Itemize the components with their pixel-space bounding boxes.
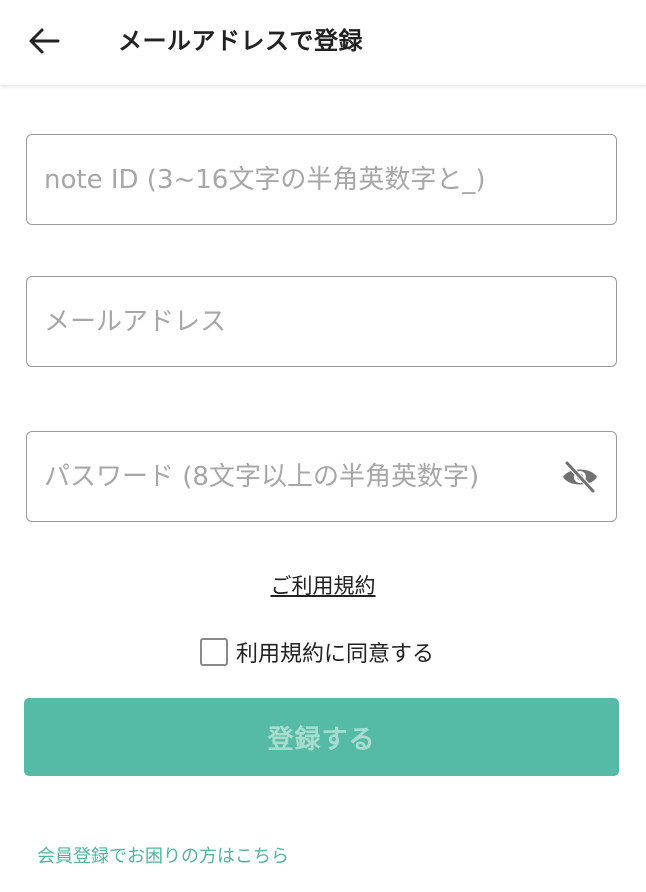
- toggle-password-visibility-button[interactable]: [560, 458, 600, 496]
- agree-terms-checkbox[interactable]: [200, 638, 228, 666]
- agree-terms-row[interactable]: 利用規約に同意する: [200, 636, 434, 668]
- page-title: メールアドレスで登録: [118, 27, 363, 55]
- password-input[interactable]: [44, 432, 544, 521]
- note-id-input[interactable]: [44, 135, 604, 224]
- terms-link-row: ご利用規約: [0, 570, 646, 600]
- back-button[interactable]: [22, 22, 66, 60]
- password-field[interactable]: [26, 431, 617, 522]
- terms-of-service-link[interactable]: ご利用規約: [271, 574, 376, 598]
- email-input[interactable]: [44, 277, 604, 366]
- register-button-label: 登録する: [267, 724, 376, 755]
- email-field[interactable]: [26, 276, 617, 367]
- note-id-field[interactable]: [26, 134, 617, 225]
- arrow-left-icon: [29, 28, 60, 54]
- register-button[interactable]: 登録する: [24, 698, 619, 776]
- registration-help-link[interactable]: 会員登録でお困りの方はこちら: [37, 842, 289, 868]
- eye-off-icon: [563, 460, 597, 494]
- agree-terms-label[interactable]: 利用規約に同意する: [236, 636, 434, 668]
- app-header: メールアドレスで登録: [0, 0, 646, 86]
